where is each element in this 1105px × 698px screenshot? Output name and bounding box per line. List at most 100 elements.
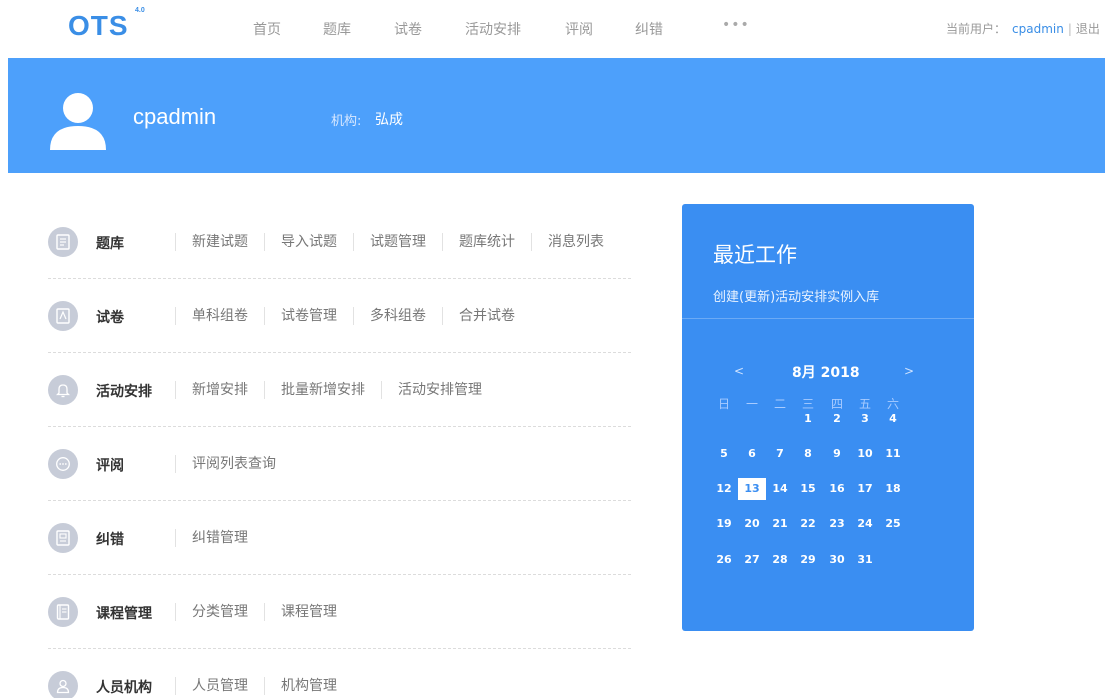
book-icon xyxy=(48,597,78,627)
bell-icon xyxy=(48,375,78,405)
link-review-list-query[interactable]: 评阅列表查询 xyxy=(175,455,292,473)
calendar-day[interactable]: 30 xyxy=(823,549,851,571)
nav-more-button[interactable]: ••• xyxy=(722,17,750,33)
calendar-day[interactable]: 21 xyxy=(766,513,794,535)
calendar-day[interactable]: 17 xyxy=(851,478,879,500)
link-new-schedule[interactable]: 新增安排 xyxy=(175,381,264,399)
calendar-day[interactable]: 26 xyxy=(710,549,738,571)
link-correction-management[interactable]: 纠错管理 xyxy=(175,529,264,547)
calendar-day[interactable]: 5 xyxy=(710,443,738,465)
link-message-list[interactable]: 消息列表 xyxy=(531,233,620,251)
calendar-month-label: 8月 2018 xyxy=(792,365,860,381)
nav-correction[interactable]: 纠错 xyxy=(635,19,663,39)
nav-review[interactable]: 评阅 xyxy=(565,19,593,39)
menu-links-course-management: 分类管理 课程管理 xyxy=(175,603,353,621)
menu-title-activity-schedule: 活动安排 xyxy=(96,384,152,400)
menu-title-review: 评阅 xyxy=(96,458,124,474)
menu-row-activity-schedule: 活动安排 新增安排 批量新增安排 活动安排管理 xyxy=(48,353,631,427)
calendar-day[interactable]: 22 xyxy=(794,513,822,535)
link-import-questions[interactable]: 导入试题 xyxy=(264,233,353,251)
link-paper-management[interactable]: 试卷管理 xyxy=(264,307,353,325)
link-batch-new-schedule[interactable]: 批量新增安排 xyxy=(264,381,381,399)
ots-logo[interactable]: OTS xyxy=(68,10,129,42)
menu-title-personnel-org: 人员机构 xyxy=(96,680,152,696)
calendar-day[interactable]: 2 xyxy=(823,408,851,430)
calendar-prev-button[interactable]: < xyxy=(734,364,744,378)
calendar-day[interactable]: 29 xyxy=(794,549,822,571)
link-schedule-management[interactable]: 活动安排管理 xyxy=(381,381,498,399)
menu-title-question-bank: 题库 xyxy=(96,236,124,252)
link-merge-papers[interactable]: 合并试卷 xyxy=(442,307,531,325)
user-separator: | xyxy=(1067,22,1072,36)
user-area: 当前用户： cpadmin | 退出 xyxy=(946,20,1100,37)
calendar-day[interactable]: 28 xyxy=(766,549,794,571)
menu-row-personnel-org: 人员机构 人员管理 机构管理 xyxy=(48,649,631,698)
calendar-day[interactable]: 25 xyxy=(879,513,907,535)
recent-work-panel: 最近工作 创建(更新)活动安排实例入库 < 8月 2018 > 日一二三四五六1… xyxy=(682,204,974,631)
calendar-day[interactable]: 18 xyxy=(879,478,907,500)
calendar-day[interactable]: 1 xyxy=(794,408,822,430)
calendar-weekday: 日 xyxy=(717,397,730,411)
calendar-weekday: 二 xyxy=(773,397,786,411)
logout-link[interactable]: 退出 xyxy=(1076,22,1100,36)
calendar-day[interactable]: 10 xyxy=(851,443,879,465)
calendar-day[interactable]: 27 xyxy=(738,549,766,571)
link-question-statistics[interactable]: 题库统计 xyxy=(442,233,531,251)
paper-icon xyxy=(48,301,78,331)
calendar-day[interactable]: 6 xyxy=(738,443,766,465)
calendar-day[interactable]: 23 xyxy=(823,513,851,535)
nav-activity-schedule[interactable]: 活动安排 xyxy=(465,19,521,39)
document-icon xyxy=(48,227,78,257)
recent-work-title: 最近工作 xyxy=(713,243,797,267)
org-value: 弘成 xyxy=(375,112,403,128)
link-question-management[interactable]: 试题管理 xyxy=(353,233,442,251)
calendar-day[interactable]: 11 xyxy=(879,443,907,465)
nav-home[interactable]: 首页 xyxy=(253,19,281,39)
calendar-next-button[interactable]: > xyxy=(904,364,914,378)
recent-work-item[interactable]: 创建(更新)活动安排实例入库 xyxy=(713,286,879,305)
calendar-day[interactable]: 8 xyxy=(794,443,822,465)
link-personnel-management[interactable]: 人员管理 xyxy=(175,677,264,695)
calendar-day[interactable]: 9 xyxy=(823,443,851,465)
calendar-day[interactable]: 12 xyxy=(710,478,738,500)
function-menu: 题库 新建试题 导入试题 试题管理 题库统计 消息列表 试卷 单科组卷 试卷管理… xyxy=(48,205,631,698)
nav-exam-papers[interactable]: 试卷 xyxy=(394,19,422,39)
menu-links-question-bank: 新建试题 导入试题 试题管理 题库统计 消息列表 xyxy=(175,233,620,251)
menu-links-review: 评阅列表查询 xyxy=(175,455,292,473)
menu-row-correction: 纠错 纠错管理 xyxy=(48,501,631,575)
calendar-day[interactable]: 19 xyxy=(710,513,738,535)
calendar-day[interactable]: 31 xyxy=(851,549,879,571)
menu-links-correction: 纠错管理 xyxy=(175,529,264,547)
calendar-day-today[interactable]: 13 xyxy=(738,478,766,500)
calendar-day[interactable]: 20 xyxy=(738,513,766,535)
current-user-label: 当前用户： xyxy=(946,22,1007,36)
profile-banner: cpadmin 机构: 弘成 xyxy=(8,58,1105,173)
link-org-management[interactable]: 机构管理 xyxy=(264,677,353,695)
link-single-subject-paper[interactable]: 单科组卷 xyxy=(175,307,264,325)
link-multi-subject-paper[interactable]: 多科组卷 xyxy=(353,307,442,325)
calendar-day[interactable]: 4 xyxy=(879,408,907,430)
file-icon xyxy=(48,523,78,553)
calendar-day[interactable]: 7 xyxy=(766,443,794,465)
calendar-weekday: 一 xyxy=(745,397,758,411)
link-category-management[interactable]: 分类管理 xyxy=(175,603,264,621)
menu-links-personnel-org: 人员管理 机构管理 xyxy=(175,677,353,695)
menu-row-question-bank: 题库 新建试题 导入试题 试题管理 题库统计 消息列表 xyxy=(48,205,631,279)
person-icon xyxy=(48,671,78,698)
link-new-question[interactable]: 新建试题 xyxy=(175,233,264,251)
menu-title-exam-papers: 试卷 xyxy=(96,310,124,326)
calendar-day[interactable]: 24 xyxy=(851,513,879,535)
logo-version: 4.0 xyxy=(135,7,145,14)
calendar-day[interactable]: 16 xyxy=(823,478,851,500)
calendar-day[interactable]: 3 xyxy=(851,408,879,430)
chat-icon xyxy=(48,449,78,479)
menu-row-course-management: 课程管理 分类管理 课程管理 xyxy=(48,575,631,649)
calendar-day[interactable]: 14 xyxy=(766,478,794,500)
menu-title-correction: 纠错 xyxy=(96,532,124,548)
nav-question-bank[interactable]: 题库 xyxy=(323,19,351,39)
calendar-day[interactable]: 15 xyxy=(794,478,822,500)
current-user-link[interactable]: cpadmin xyxy=(1012,22,1064,36)
profile-username: cpadmin xyxy=(133,104,217,129)
menu-links-exam-papers: 单科组卷 试卷管理 多科组卷 合并试卷 xyxy=(175,307,531,325)
link-course-management[interactable]: 课程管理 xyxy=(264,603,353,621)
